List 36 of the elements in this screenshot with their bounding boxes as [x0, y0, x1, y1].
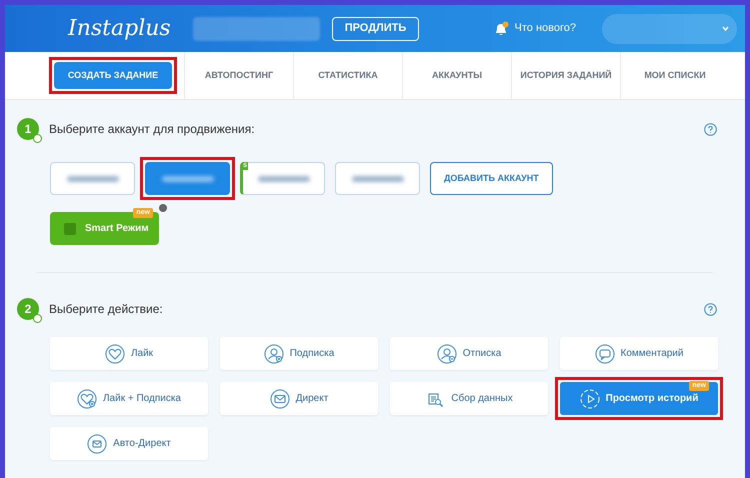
action-button[interactable]: Авто-Директ [50, 427, 208, 460]
action-button[interactable]: Подписка [220, 337, 378, 370]
action-button[interactable]: Отписка [390, 337, 548, 370]
action-button[interactable]: Лайк + Подписка [50, 382, 208, 415]
user-remove-icon [436, 344, 457, 364]
step-number-badge: 2 [17, 298, 39, 320]
help-icon[interactable] [159, 204, 167, 212]
help-icon[interactable] [704, 122, 717, 136]
action-button[interactable]: Сбор данных [390, 382, 548, 415]
chat-bubble-icon [594, 344, 614, 364]
nav-tab[interactable]: МОИ СПИСКИ [640, 62, 710, 90]
step-title: Выберите аккаунт для продвижения: [49, 121, 255, 138]
action-button[interactable]: Комментарий [560, 337, 718, 370]
caret-icon [722, 26, 729, 31]
smart-mode-label: Smart Режим [85, 222, 149, 236]
nav-tab[interactable]: АВТОПОСТИНГ [200, 62, 278, 90]
nav-tab[interactable]: АККАУНТЫ [428, 62, 486, 90]
play-icon [580, 388, 600, 408]
user-add-icon [264, 344, 284, 364]
action-button[interactable]: Директ [220, 382, 378, 415]
whats-new-link[interactable]: Что нового? [514, 20, 576, 37]
nav-tab[interactable]: СТАТИСТИКА [314, 62, 382, 90]
blurred-user-menu[interactable] [602, 14, 737, 44]
help-icon[interactable] [704, 302, 717, 316]
nav-tab[interactable]: СОЗДАТЬ ЗАДАНИЕ [54, 62, 172, 90]
envelope-icon [270, 388, 290, 408]
add-account-button[interactable]: ДОБАВИТЬ АККАУНТ [430, 162, 553, 195]
checkbox[interactable] [64, 222, 76, 234]
nav-tab[interactable]: ИСТОРИЯ ЗАДАНИЙ [516, 62, 616, 90]
renew-button[interactable]: ПРОДЛИТЬ [332, 16, 420, 40]
logo[interactable]: Instaplus [68, 18, 171, 40]
heart-plus-icon [76, 388, 97, 408]
action-button[interactable]: Лайк [50, 337, 208, 370]
envelope-icon [87, 434, 108, 454]
step-number-badge: 1 [17, 118, 39, 140]
step-title: Выберите действие: [49, 301, 163, 318]
